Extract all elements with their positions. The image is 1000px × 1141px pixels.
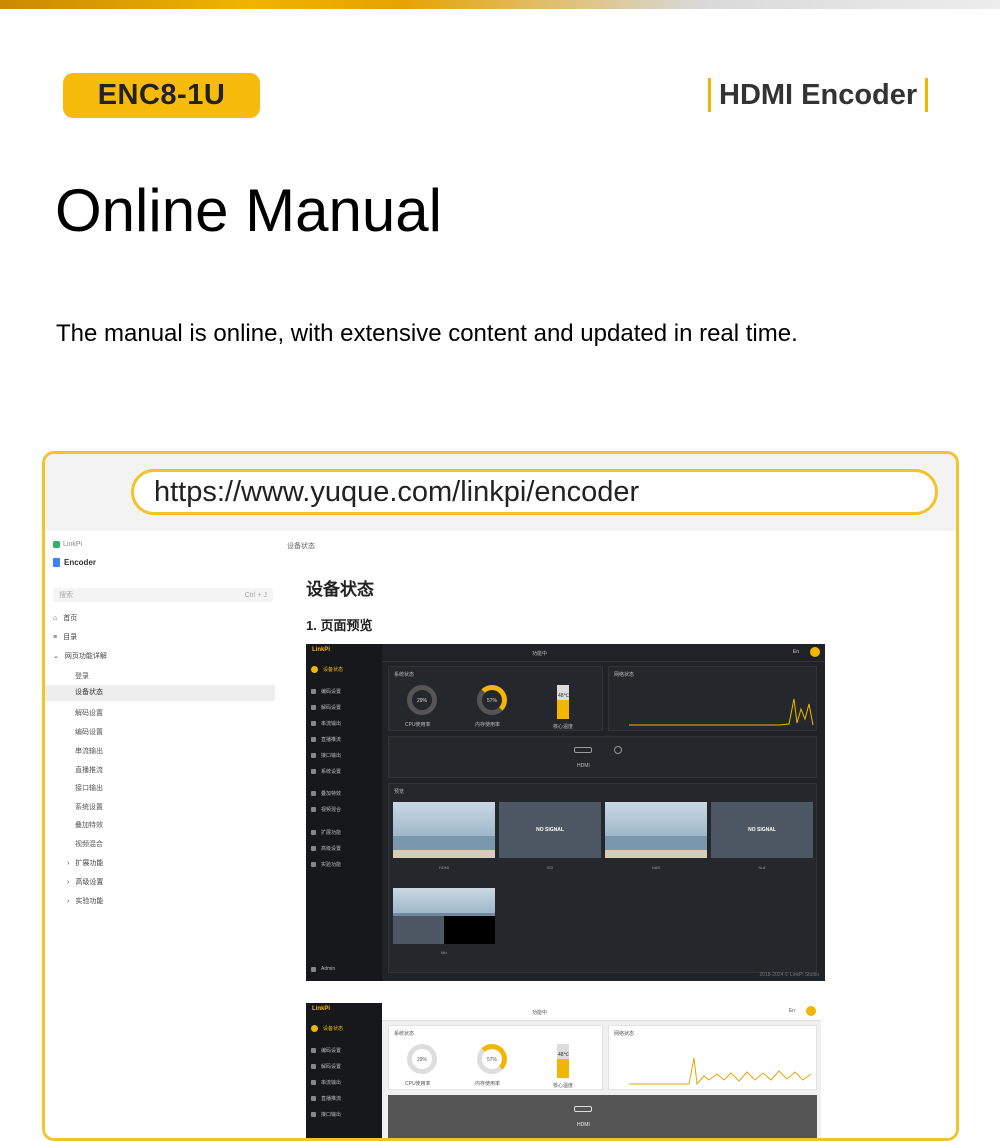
product-type-label: HDMI Encoder (719, 78, 918, 111)
device-status-panel: 系统状态 29% CPU使用率 57% 内存使用率 48℃ 核心温度 (388, 666, 603, 731)
app-logo: LinkPi (312, 647, 331, 653)
app-sidebar: LinkPi 设备状态 编码设置 解码设置 串流输出 直播推流 接口输出 (306, 1003, 382, 1138)
docs-content: 设备状态 设备状态 1. 页面预览 LinkPi 设备状态 编码设置 解码设置 … (277, 531, 956, 1138)
app-topbar: 功能中 En (382, 1003, 821, 1021)
hdmi-port-icon (574, 1106, 592, 1112)
device-status-panel: 系统状态 29% CPU使用率 57% 内存使用率 48℃ 核心温度 (388, 1025, 603, 1090)
sidebar-collapsed-item[interactable]: › 实验功能 (67, 896, 103, 906)
docs-search-placeholder: 搜索 (59, 592, 73, 599)
url-bar-area: https://www.yuque.com/linkpi/encoder (45, 454, 956, 531)
app-nav-item: 扩展功能 (311, 829, 341, 836)
home-icon: ⌂ (53, 614, 58, 622)
docs-search-shortcut: Ctrl + J (244, 591, 267, 599)
app-screenshot-light: LinkPi 设备状态 编码设置 解码设置 串流输出 直播推流 接口输出 功能中… (306, 1003, 821, 1138)
chevron-right-icon: › (67, 859, 70, 867)
docs-sidebar: LinkPi Encoder 搜索 Ctrl + J ⌂ 首页 ≡ 目录 ⌄ 网… (45, 531, 277, 1138)
avatar (810, 647, 820, 657)
temp-bar (557, 685, 569, 719)
sidebar-sub-item[interactable]: 直播推流 (75, 765, 103, 775)
network-panel: 网络状态 (608, 666, 817, 731)
preview-no-signal: NO SIGNAL (711, 802, 813, 858)
doc-subheading: 1. 页面预览 (306, 618, 373, 633)
docs-search[interactable]: 搜索 Ctrl + J (53, 588, 273, 602)
interface-panel: HDMI (388, 1095, 817, 1138)
preview-no-signal: NO SIGNAL (499, 802, 601, 858)
sidebar-sub-item[interactable]: 串流输出 (75, 746, 103, 756)
app-nav-item: 接口输出 (311, 752, 341, 759)
app-footer: 2018-2024 © LinkPi Studio (759, 972, 819, 978)
network-panel: 网络状态 (608, 1025, 817, 1090)
chevron-right-icon: › (67, 897, 70, 905)
sidebar-item-toc[interactable]: ≡ 目录 (53, 632, 77, 642)
sidebar-sub-item[interactable]: 视频混合 (75, 839, 103, 849)
page-subtitle: The manual is online, with extensive con… (56, 320, 798, 347)
sidebar-sub-item-active[interactable]: 设备状态 (45, 685, 275, 701)
app-screenshot-dark: LinkPi 设备状态 编码设置 解码设置 串流输出 直播推流 接口输出 系统设… (306, 644, 825, 981)
app-nav-item: 实验功能 (311, 861, 341, 868)
doc-heading: 设备状态 (306, 580, 374, 599)
app-nav-item: 高级设置 (311, 845, 341, 852)
sidebar-item-home[interactable]: ⌂ 首页 (53, 613, 77, 623)
product-type: HDMI Encoder (700, 76, 936, 114)
sidebar-sub-item[interactable]: 系统设置 (75, 802, 103, 812)
divider-right (925, 78, 929, 112)
book-title[interactable]: Encoder (53, 558, 96, 567)
yuque-logo-icon (53, 541, 60, 548)
sidebar-section[interactable]: ⌄ 网页功能详解 (53, 651, 107, 661)
app-sidebar: LinkPi 设备状态 编码设置 解码设置 串流输出 直播推流 接口输出 系统设… (306, 644, 382, 981)
divider-left (708, 78, 711, 112)
app-user: Admin (311, 966, 335, 972)
page-title: Online Manual (55, 177, 442, 244)
sidebar-sub-item[interactable]: 登录 (75, 671, 89, 681)
sidebar-sub-item[interactable]: 解码设置 (75, 708, 103, 718)
preview-thumb (605, 802, 707, 858)
model-badge: ENC8-1U (63, 73, 260, 118)
network-graph (629, 698, 814, 726)
sidebar-sub-item[interactable]: 编码设置 (75, 727, 103, 737)
docs-breadcrumb[interactable]: LinkPi (53, 541, 82, 548)
sidebar-sub-item[interactable]: 叠加特效 (75, 820, 103, 830)
app-nav-item: 直播推流 (311, 736, 341, 743)
book-icon (53, 558, 60, 567)
audio-port-icon (614, 746, 622, 754)
network-graph (629, 1057, 812, 1086)
url-bar[interactable]: https://www.yuque.com/linkpi/encoder (131, 469, 938, 515)
app-nav-item: 串流输出 (311, 720, 341, 727)
app-nav-item: 系统设置 (311, 768, 341, 775)
mix-thumb (393, 888, 495, 944)
app-nav-item: 编码设置 (311, 688, 341, 695)
app-search: 功能中 (532, 651, 548, 657)
top-accent-bar (0, 0, 1000, 9)
app-topbar: 功能中 En (382, 644, 825, 662)
avatar (806, 1006, 816, 1016)
app-lang: En (792, 649, 799, 655)
preview-thumb (393, 802, 495, 858)
sidebar-collapsed-item[interactable]: › 扩展功能 (67, 858, 103, 868)
list-icon: ≡ (53, 633, 58, 641)
sidebar-collapsed-item[interactable]: › 高级设置 (67, 877, 103, 887)
interface-panel: HDMI (388, 736, 817, 778)
app-nav-item: 设备状态 (311, 666, 343, 673)
app-nav-item: 解码设置 (311, 704, 341, 711)
sidebar-sub-item[interactable]: 接口输出 (75, 783, 103, 793)
url-text[interactable]: https://www.yuque.com/linkpi/encoder (154, 476, 639, 509)
hdmi-port-icon (574, 747, 592, 753)
chevron-down-icon: ⌄ (53, 653, 59, 660)
preview-panel: 预览 NO SIGNAL NO SIGNAL HDMI SDI NAS Null… (388, 783, 817, 973)
content-breadcrumb: 设备状态 (287, 543, 315, 550)
browser-frame: https://www.yuque.com/linkpi/encoder Lin… (42, 451, 959, 1141)
app-nav-item: 叠加特效 (311, 790, 341, 797)
chevron-right-icon: › (67, 878, 70, 886)
app-nav-item: 视频混合 (311, 806, 341, 813)
